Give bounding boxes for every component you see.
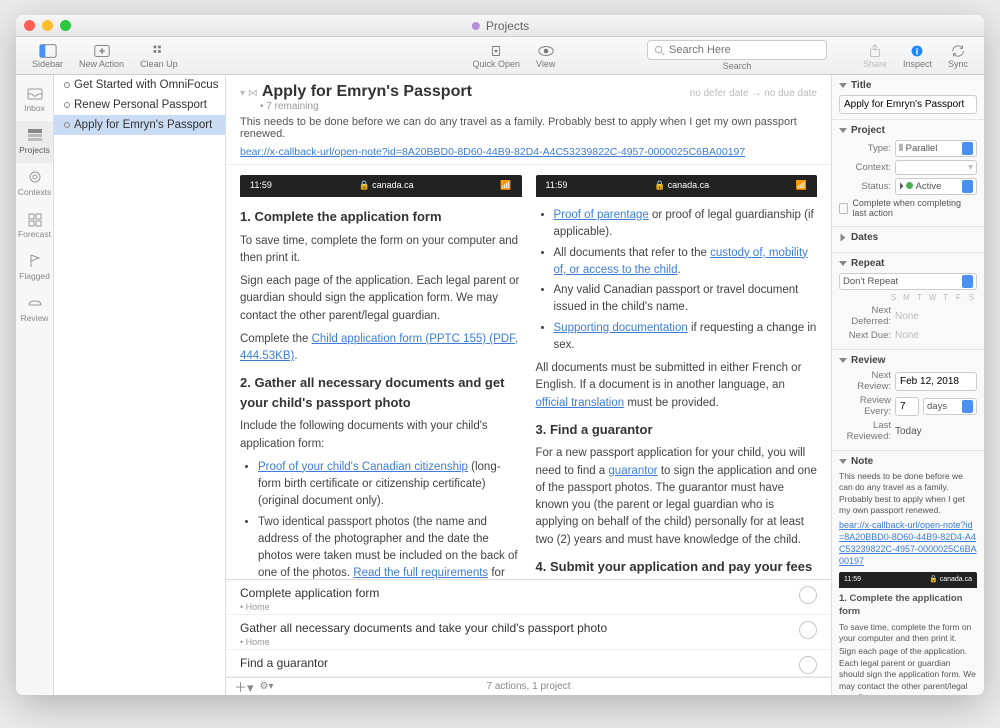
sync-button[interactable]: Sync — [940, 41, 976, 71]
search-icon — [654, 45, 665, 56]
toolbar: Sidebar New Action Clean Up Quick Open V… — [16, 37, 984, 75]
title-field[interactable] — [839, 95, 977, 114]
clean-up-button[interactable]: Clean Up — [132, 41, 186, 71]
repeat-select[interactable]: Don't Repeat — [839, 273, 977, 290]
new-action-button[interactable]: New Action — [71, 41, 132, 71]
note-content: 11:59🔒 canada.ca📶 1. Complete the applic… — [226, 165, 831, 579]
share-button[interactable]: Share — [855, 41, 895, 71]
projects-perspective[interactable]: Projects — [16, 121, 53, 163]
task-row[interactable]: Complete application form• Home — [226, 580, 831, 615]
project-list: Get Started with OmniFocus Renew Persona… — [54, 75, 226, 695]
context-select[interactable]: ▾ — [895, 160, 977, 175]
footer-count: 7 actions, 1 project — [487, 681, 571, 692]
item-title[interactable]: Apply for Emryn's Passport — [262, 83, 472, 101]
item-description: This needs to be done before we can do a… — [240, 116, 817, 140]
review-perspective[interactable]: Review — [16, 289, 53, 331]
minimize-window[interactable] — [42, 20, 53, 31]
tasks-list: Complete application form• Home Gather a… — [226, 579, 831, 677]
review-unit-select[interactable]: days — [923, 398, 977, 415]
bear-link[interactable]: bear://x-callback-url/open-note?id=8A20B… — [240, 146, 817, 158]
inspector-panel: Title Project Type:⫴ Parallel Context:▾ … — [832, 75, 984, 695]
sidebar-button[interactable]: Sidebar — [24, 41, 71, 71]
search-input[interactable] — [647, 40, 827, 60]
task-checkbox[interactable] — [799, 621, 817, 639]
item-header: ▾ ⋈ Apply for Emryn's Passport no defer … — [226, 75, 831, 165]
svg-text:i: i — [916, 46, 919, 56]
view-button[interactable]: View — [528, 41, 563, 71]
quick-open-button[interactable]: Quick Open — [464, 41, 528, 71]
inspector-note[interactable]: This needs to be done before we can do a… — [839, 471, 977, 695]
project-row[interactable]: Apply for Emryn's Passport — [54, 115, 225, 135]
phone-statusbar: 11:59🔒 canada.ca📶 — [240, 175, 522, 197]
status-select[interactable]: ⏵ Active — [895, 178, 977, 195]
window-title: Projects — [471, 19, 529, 33]
close-window[interactable] — [24, 20, 35, 31]
maximize-window[interactable] — [60, 20, 71, 31]
phone-statusbar: 11:59🔒 canada.ca📶 — [536, 175, 818, 197]
flagged-perspective[interactable]: Flagged — [16, 247, 53, 289]
type-select[interactable]: ⫴ Parallel — [895, 140, 977, 157]
task-row[interactable]: Find a guarantor — [226, 650, 831, 677]
inbox-perspective[interactable]: Inbox — [16, 79, 53, 121]
project-row[interactable]: Get Started with OmniFocus — [54, 75, 225, 95]
search-label: Search — [723, 61, 752, 71]
add-button[interactable]: ＋▾ — [234, 677, 254, 695]
project-status-icon — [64, 82, 70, 88]
project-status-icon — [64, 122, 70, 128]
perspective-bar: Inbox Projects Contexts Forecast Flagged… — [16, 75, 54, 695]
task-checkbox[interactable] — [799, 586, 817, 604]
forecast-perspective[interactable]: Forecast — [16, 205, 53, 247]
complete-checkbox[interactable] — [839, 203, 848, 214]
next-review-field[interactable] — [895, 372, 977, 391]
inspect-button[interactable]: i Inspect — [895, 41, 940, 71]
item-dates: no defer date → no due date — [690, 88, 817, 99]
contexts-perspective[interactable]: Contexts — [16, 163, 53, 205]
titlebar: Projects — [16, 15, 984, 37]
project-row[interactable]: Renew Personal Passport — [54, 95, 225, 115]
task-checkbox[interactable] — [799, 656, 817, 674]
task-row[interactable]: Gather all necessary documents and take … — [226, 615, 831, 650]
footer-bar: ＋▾ ⚙▾ 7 actions, 1 project — [226, 677, 831, 695]
project-status-icon — [64, 102, 70, 108]
review-every-num[interactable] — [895, 397, 919, 416]
gear-icon[interactable]: ⚙▾ — [260, 681, 274, 692]
